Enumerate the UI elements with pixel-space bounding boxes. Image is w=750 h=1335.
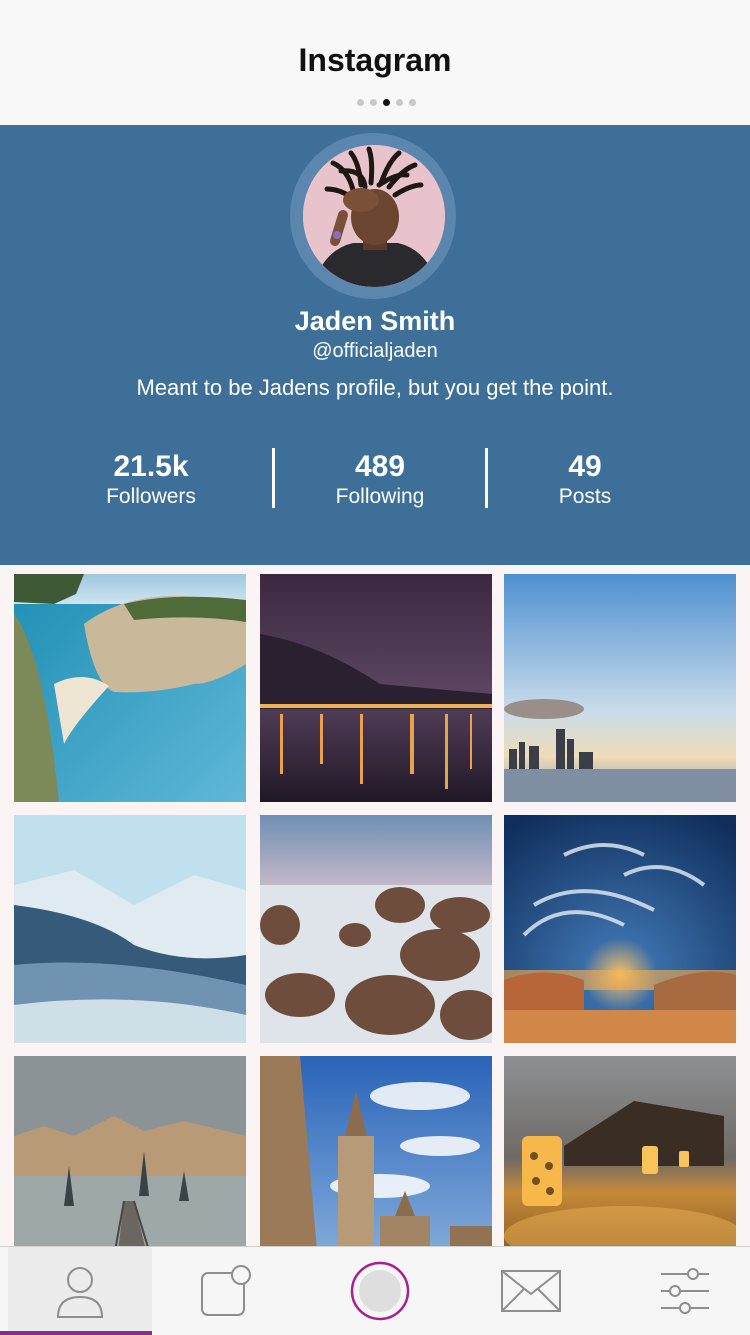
notifications-tab[interactable] bbox=[152, 1247, 302, 1335]
followers-stat[interactable]: 21.5k Followers bbox=[51, 451, 251, 511]
page-indicator[interactable] bbox=[357, 99, 416, 106]
settings-tab[interactable] bbox=[610, 1247, 750, 1335]
posts-stat[interactable]: 49 Posts bbox=[485, 451, 685, 511]
page-dot-active[interactable] bbox=[383, 99, 390, 106]
stat-divider bbox=[272, 448, 275, 508]
page-dot[interactable] bbox=[396, 99, 403, 106]
followers-count: 21.5k bbox=[113, 450, 189, 483]
active-tab-indicator bbox=[0, 1331, 152, 1335]
sunset-sky-photo[interactable] bbox=[504, 815, 736, 1043]
messages-tab[interactable] bbox=[456, 1247, 606, 1335]
following-stat[interactable]: 489 Following bbox=[280, 451, 480, 511]
night-harbor-photo[interactable] bbox=[260, 574, 492, 802]
snowy-mountains-photo[interactable] bbox=[14, 815, 246, 1043]
avatar[interactable] bbox=[303, 145, 445, 287]
app-title: Instagram bbox=[298, 42, 452, 78]
profile-bio: Meant to be Jadens profile, but you get … bbox=[136, 375, 614, 400]
notification-badge-icon bbox=[201, 1265, 251, 1316]
city-skyline-photo[interactable] bbox=[504, 574, 736, 802]
following-count: 489 bbox=[354, 450, 406, 483]
capture-button-icon bbox=[350, 1261, 410, 1321]
bottom-tab-bar bbox=[0, 1246, 750, 1335]
avatar-ring[interactable] bbox=[290, 133, 456, 299]
profile-tab[interactable] bbox=[8, 1247, 152, 1335]
profile-header: Jaden Smith @officialjaden Meant to be J… bbox=[0, 125, 750, 565]
page-dot[interactable] bbox=[370, 99, 377, 106]
rocky-coast-photo[interactable] bbox=[260, 815, 492, 1043]
page-dot[interactable] bbox=[357, 99, 364, 106]
profile-handle: @officialjaden bbox=[312, 340, 438, 362]
page-dot[interactable] bbox=[409, 99, 416, 106]
followers-label: Followers bbox=[106, 485, 196, 508]
envelope-icon bbox=[501, 1270, 561, 1312]
profile-name: Jaden Smith bbox=[294, 306, 456, 336]
sliders-icon bbox=[661, 1268, 709, 1314]
following-label: Following bbox=[335, 485, 425, 508]
top-bar: Instagram bbox=[0, 0, 750, 125]
posts-count: 49 bbox=[568, 450, 602, 483]
person-icon bbox=[56, 1267, 104, 1318]
camera-tab[interactable] bbox=[305, 1247, 455, 1335]
cliff-beach-photo[interactable] bbox=[14, 574, 246, 802]
posts-label: Posts bbox=[558, 485, 612, 508]
